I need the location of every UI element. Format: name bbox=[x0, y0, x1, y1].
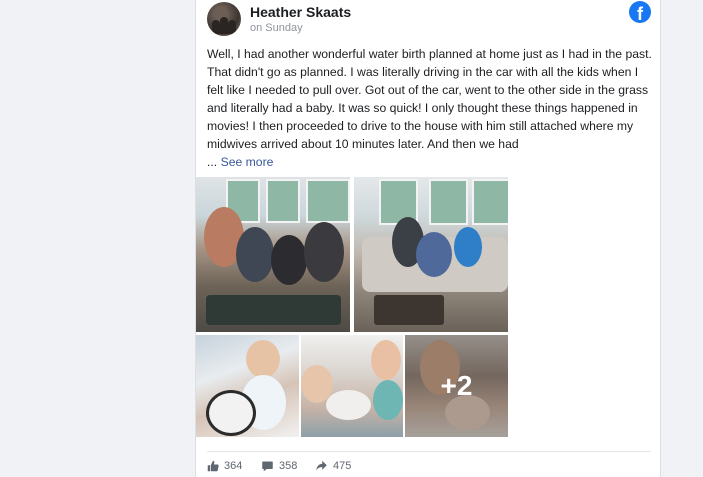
see-more-link[interactable]: See more bbox=[221, 155, 274, 169]
post-timestamp[interactable]: on Sunday bbox=[250, 22, 303, 34]
more-photos-overlay[interactable]: +2 bbox=[405, 335, 508, 437]
photo-3[interactable] bbox=[196, 335, 299, 437]
photo-5[interactable]: +2 bbox=[405, 335, 508, 437]
post-card: Heather Skaats on Sunday f Well, I had a… bbox=[195, 0, 661, 477]
share-icon bbox=[316, 460, 327, 471]
like-icon bbox=[207, 460, 219, 472]
photo-2[interactable] bbox=[354, 177, 508, 332]
photo-1[interactable] bbox=[196, 177, 350, 332]
author-avatar[interactable] bbox=[207, 2, 241, 36]
post-text: Well, I had another wonderful water birt… bbox=[207, 45, 655, 171]
likes-value: 364 bbox=[224, 460, 243, 472]
comments-value: 358 bbox=[279, 460, 298, 472]
shares-count[interactable]: 475 bbox=[315, 460, 351, 472]
comment-icon bbox=[262, 461, 273, 472]
comments-count[interactable]: 358 bbox=[261, 460, 297, 472]
likes-count[interactable]: 364 bbox=[207, 460, 242, 472]
shares-value: 475 bbox=[333, 460, 352, 472]
ellipsis: ... bbox=[207, 155, 218, 169]
post-body: Well, I had another wonderful water birt… bbox=[207, 47, 652, 151]
photo-4[interactable] bbox=[301, 335, 403, 437]
divider bbox=[207, 451, 651, 452]
author-name[interactable]: Heather Skaats bbox=[250, 4, 351, 20]
facebook-logo-icon[interactable]: f bbox=[629, 1, 651, 23]
